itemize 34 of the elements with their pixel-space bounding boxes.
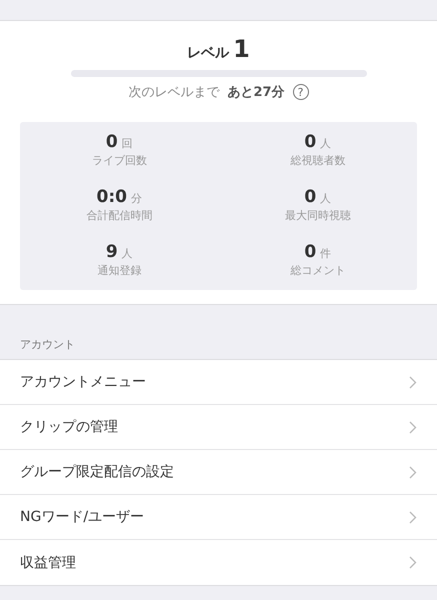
section-heading: アカウント xyxy=(19,337,76,353)
stat-value: 0 xyxy=(304,187,316,207)
chevron-right-icon xyxy=(409,556,417,569)
stat-value: 0 xyxy=(106,132,118,152)
help-icon[interactable]: ? xyxy=(292,84,309,100)
level-number: 1 xyxy=(233,35,250,63)
stat-value: 0 xyxy=(304,132,316,152)
stat-unit: 人 xyxy=(320,191,332,206)
menu-item[interactable]: グループ限定配信の設定 xyxy=(0,450,437,495)
stat-value: 0 xyxy=(304,242,316,262)
chevron-right-icon xyxy=(409,420,417,434)
chevron-right-icon xyxy=(409,466,417,478)
menu-item[interactable]: アカウントメニュー xyxy=(0,360,437,405)
next-level-label: 次のレベルまで xyxy=(128,84,220,101)
menu-item[interactable]: NGワード/ユーザー xyxy=(0,495,437,540)
chevron-right-icon xyxy=(409,510,417,524)
stat-value: 0:0 xyxy=(96,187,127,207)
stat-label: 合計配信時間 xyxy=(86,208,152,223)
stat-unit: 人 xyxy=(320,136,332,151)
menu-item[interactable]: 収益管理 xyxy=(0,540,437,585)
stat-unit: 人 xyxy=(122,246,133,261)
chevron-right-icon xyxy=(409,376,417,388)
stat-label: 総コメント xyxy=(290,263,346,278)
stat-value: 9 xyxy=(106,242,118,262)
level-label: レベル xyxy=(187,44,230,62)
stat-label: 総視聴者数 xyxy=(290,153,346,168)
remaining-time: あと27分 xyxy=(227,84,285,101)
stat-label: 通知登録 xyxy=(97,263,142,278)
stat-label: 最大同時視聴 xyxy=(284,208,351,223)
stat-unit: 回 xyxy=(122,136,133,151)
stat-label: ライブ回数 xyxy=(92,153,147,168)
menu-item[interactable]: クリップの管理 xyxy=(0,405,437,450)
stat-unit: 件 xyxy=(320,246,332,261)
stat-unit: 分 xyxy=(130,191,142,206)
